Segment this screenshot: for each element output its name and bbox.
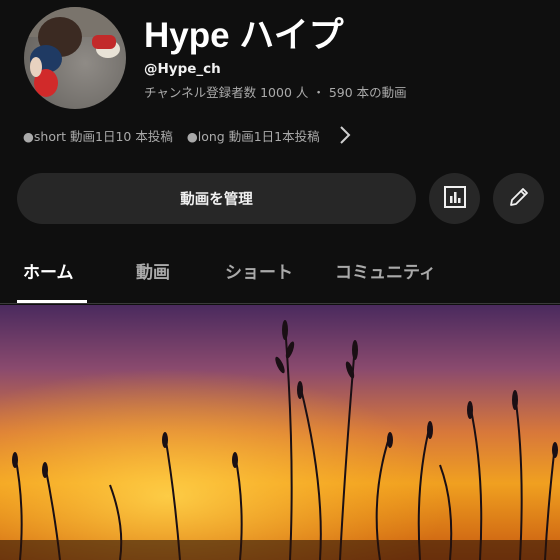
tab-community[interactable]: コミュニティ xyxy=(335,258,436,283)
featured-banner-image[interactable] xyxy=(0,305,560,560)
channel-name: Hype ハイプ xyxy=(144,16,344,55)
channel-tabs: ホーム 動画 ショート コミュニティ xyxy=(0,250,560,304)
description-item: ●long 動画1日1本投稿 xyxy=(186,128,320,144)
manage-videos-button[interactable]: 動画を管理 xyxy=(17,173,416,224)
channel-handle: @Hype_ch xyxy=(144,61,221,77)
tab-videos[interactable]: 動画 xyxy=(136,258,170,283)
pencil-icon xyxy=(507,185,531,213)
analytics-button[interactable] xyxy=(429,173,480,224)
channel-avatar[interactable] xyxy=(24,7,126,109)
channel-stats: チャンネル登録者数 1000 人 ・ 590 本の動画 xyxy=(144,85,407,100)
tab-shorts[interactable]: ショート xyxy=(225,258,293,283)
channel-page: Hype ハイプ @Hype_ch チャンネル登録者数 1000 人 ・ 590… xyxy=(0,0,560,560)
active-tab-indicator xyxy=(17,300,87,303)
edit-button[interactable] xyxy=(493,173,544,224)
description-item: ●short 動画1日10 本投稿 xyxy=(23,128,173,144)
channel-description[interactable]: ●short 動画1日10 本投稿 ●long 動画1日1本投稿 xyxy=(23,124,356,146)
chevron-right-icon[interactable] xyxy=(334,124,356,146)
analytics-icon xyxy=(443,185,467,213)
tab-home[interactable]: ホーム xyxy=(23,258,74,283)
